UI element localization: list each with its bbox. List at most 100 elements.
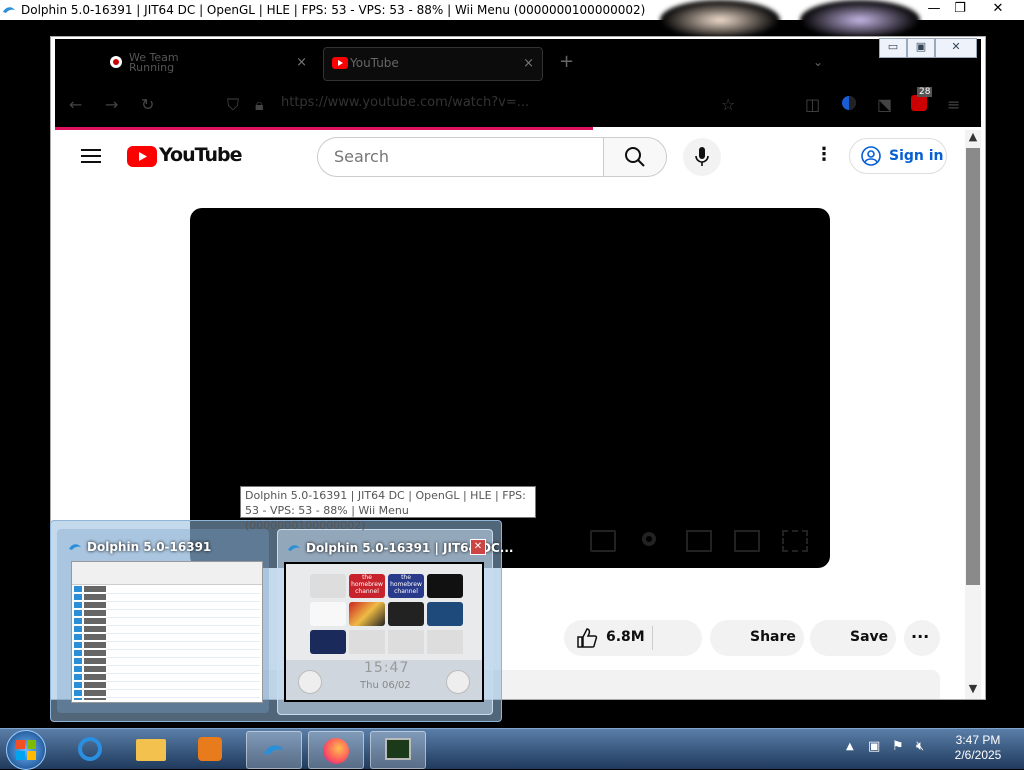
back-arrow-icon[interactable]: ← [69,95,82,114]
tab-youtube[interactable]: YouTube × [323,47,543,81]
background-glow [800,0,920,40]
taskbar-firefox[interactable] [308,731,364,769]
wii-channel-disc [310,574,346,598]
divider [652,626,653,650]
dolphin-icon [288,545,300,551]
search-icon [625,147,645,167]
folder-icon [136,739,166,761]
network-icon[interactable]: ▣ [868,739,880,754]
fullscreen-icon[interactable] [782,530,808,552]
like-thumb-icon [577,628,598,648]
menu-hamburger-icon[interactable]: ≡ [947,95,960,114]
like-dislike-group[interactable]: 6.8M [564,620,702,656]
more-actions-icon: ··· [911,627,930,646]
taskbar-dolphin[interactable] [246,731,302,769]
taskbar-file-explorer[interactable] [124,731,178,767]
more-options-icon[interactable]: ⋮ [815,144,833,165]
volume-muted-icon[interactable]: 🔇︎ [916,739,924,754]
wii-channel-dark [427,574,463,598]
tab-bar: We Team Running × YouTube × + ⌄ [55,39,981,83]
clock-time: 3:47 PM [955,733,1001,747]
extensions-puzzle-icon[interactable]: ⬔ [877,95,892,114]
window-title-tooltip: Dolphin 5.0-16391 | JIT64 DC | OpenGL | … [240,486,536,532]
more-actions-button[interactable]: ··· [904,620,940,656]
like-count: 6.8M [606,629,645,645]
account-icon [861,146,881,166]
sign-in-button[interactable]: Sign in [849,138,947,174]
captions-icon[interactable] [590,530,616,552]
browser-minimize-button[interactable]: ▭ [879,38,907,58]
page-scrollbar[interactable]: ▲ ▼ [965,130,981,699]
wii-channel-blank [310,602,346,626]
taskbar-internet-explorer[interactable] [64,731,118,767]
extension-moon-icon[interactable] [841,95,857,111]
wii-channel-game [349,602,385,626]
show-hidden-icons-chevron[interactable]: ▲ [846,741,854,752]
wii-date: Thu 06/02 [360,680,411,691]
taskbar-media-player[interactable] [184,731,238,767]
wii-channel-game-4 [310,630,346,654]
share-label: Share [750,629,796,645]
save-button[interactable]: Save [810,620,896,656]
dolphin-game-list-preview [71,561,263,703]
shield-icon[interactable]: ⛉ [227,95,239,115]
ublock-icon[interactable] [911,95,927,111]
browser-restore-button[interactable]: ▣ [907,38,935,58]
media-player-icon [198,737,222,761]
window-title: Dolphin 5.0-16391 | JIT64 DC | OpenGL | … [21,3,646,17]
minimize-button[interactable]: — [920,0,948,20]
preview-platform-icons [74,586,82,700]
search-box[interactable] [317,137,604,177]
youtube-logo-text: YouTube [159,144,242,166]
tab-title: We Team Running [129,51,179,74]
pocket-icon[interactable]: ◫ [805,95,820,114]
system-clock[interactable]: 3:47 PM 2/6/2025 [952,733,1004,763]
share-button[interactable]: Share [710,620,804,656]
lock-icon[interactable]: 🔒︎ [255,95,264,115]
reload-icon[interactable]: ↻ [141,95,154,114]
menu-icon[interactable] [81,148,101,164]
taskbar-task-manager[interactable] [370,731,426,769]
tab-close-icon[interactable]: × [296,55,307,70]
save-label: Save [850,629,889,645]
taskbar: ▲ ▣ ⚑ 🔇︎ 3:47 PM 2/6/2025 [0,728,1024,770]
close-button[interactable]: ✕ [984,0,1012,20]
preview-banners [84,586,106,700]
navigation-bar: ← → ↻ ⛉ 🔒︎ https://www.youtube.com/watch… [55,83,981,127]
search-button[interactable] [603,137,667,177]
action-center-flag-icon[interactable]: ⚑ [892,739,904,754]
wii-menu-preview: the homebrew channel the homebrew channe… [284,562,484,702]
tab-we-team[interactable]: We Team Running × [103,47,315,79]
preview-toolbar [72,562,262,585]
settings-gear-icon[interactable] [638,530,660,548]
miniplayer-icon[interactable] [686,530,712,552]
background-glow [660,0,780,40]
tab-close-icon[interactable]: × [523,56,534,71]
thumbnail-dolphin-wii-menu[interactable]: Dolphin 5.0-16391 | JIT64 DC... ✕ the ho… [277,529,513,715]
scroll-down-icon[interactable]: ▼ [965,682,981,695]
theater-mode-icon[interactable] [734,530,760,552]
browser-close-button[interactable]: ✕ [935,38,977,58]
start-button[interactable] [6,730,46,770]
youtube-favicon-icon [332,57,348,69]
bookmark-star-icon[interactable]: ☆ [721,95,735,114]
new-tab-button[interactable]: + [559,51,574,72]
scroll-up-icon[interactable]: ▲ [965,130,981,143]
url-bar[interactable]: https://www.youtube.com/watch?v=... [281,95,529,110]
scrollbar-thumb[interactable] [966,148,980,585]
microphone-icon [695,147,709,166]
voice-search-button[interactable] [683,138,721,176]
tab-title: YouTube [350,56,399,70]
windows-logo-icon [16,740,36,760]
tab-list-chevron-icon[interactable]: ⌄ [813,55,823,69]
wii-empty-channels [349,630,463,654]
thumbnail-close-button[interactable]: ✕ [470,539,486,555]
ie-icon [78,737,102,761]
forward-arrow-icon[interactable]: → [105,95,118,114]
dolphin-icon [3,7,15,13]
restore-button[interactable]: ❐ [946,0,974,20]
thumbnail-dolphin-main[interactable]: Dolphin 5.0-16391 [57,529,269,713]
youtube-logo[interactable]: YouTube [127,144,242,168]
wii-channel-homebrew: the homebrew channel [349,574,385,598]
search-input[interactable] [332,146,596,167]
